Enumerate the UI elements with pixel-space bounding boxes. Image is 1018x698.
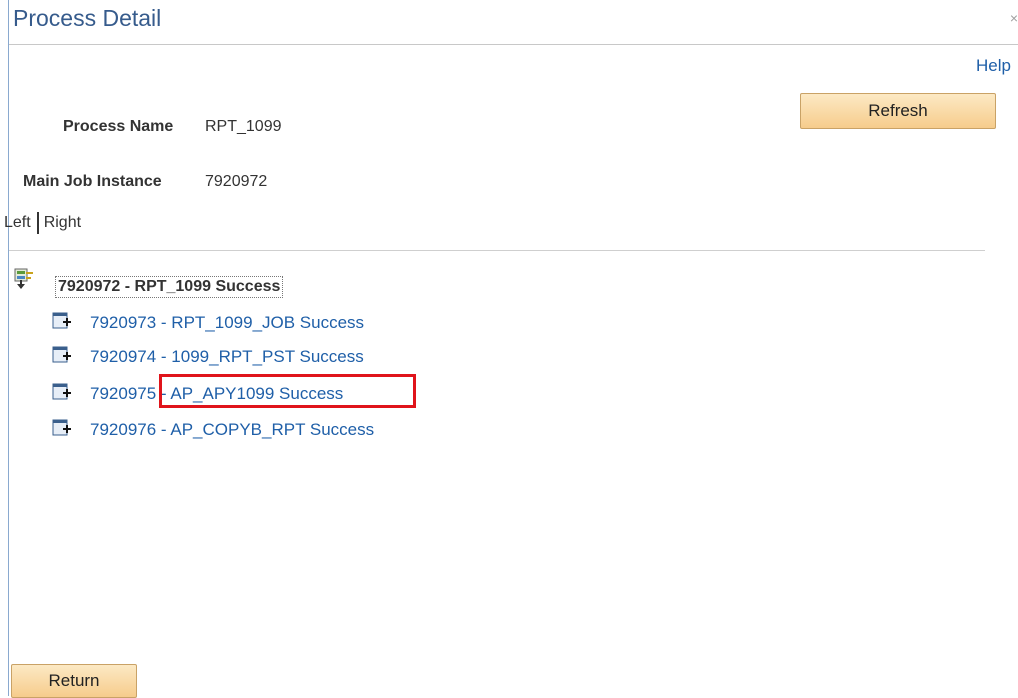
process-icon: [52, 346, 71, 363]
scroll-left-link[interactable]: Left: [4, 214, 31, 231]
refresh-button[interactable]: Refresh: [800, 93, 996, 129]
return-button[interactable]: Return: [11, 664, 137, 698]
process-icon: [52, 383, 71, 400]
process-icon: [52, 419, 71, 436]
tree-node-link[interactable]: 7920974 - 1099_RPT_PST Success: [90, 347, 364, 367]
job-tree-icon[interactable]: [14, 268, 36, 290]
process-icon: [52, 312, 71, 329]
process-name-label: Process Name: [63, 118, 174, 135]
process-name-value: RPT_1099: [205, 118, 282, 135]
root-job-node[interactable]: 7920972 - RPT_1099 Success: [55, 276, 284, 298]
main-job-instance-label: Main Job Instance: [23, 173, 162, 190]
highlight-annotation: [159, 374, 416, 408]
scroll-separator: [36, 212, 39, 234]
page-title: Process Detail: [13, 5, 162, 31]
scroll-controls: Left Right: [4, 212, 81, 234]
main-job-instance-value: 7920972: [205, 173, 268, 190]
window-left-border: [8, 0, 9, 696]
section-divider: [9, 250, 985, 251]
close-icon[interactable]: ×: [1010, 10, 1018, 26]
scroll-right-link[interactable]: Right: [44, 214, 81, 231]
help-link[interactable]: Help: [976, 56, 1011, 76]
window-header: Process Detail ×: [9, 0, 1018, 45]
tree-node-link[interactable]: 7920973 - RPT_1099_JOB Success: [90, 313, 364, 333]
tree-node-link[interactable]: 7920976 - AP_COPYB_RPT Success: [90, 420, 374, 440]
